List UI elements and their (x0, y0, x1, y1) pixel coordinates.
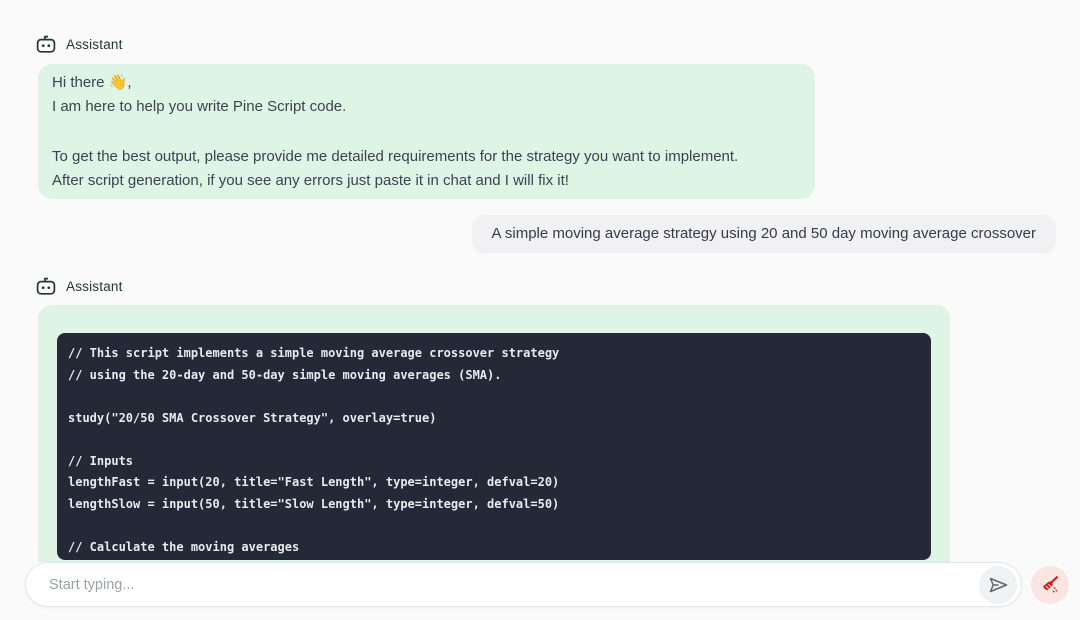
assistant-message-greeting: Hi there 👋, I am here to help you write … (38, 64, 815, 199)
send-button[interactable] (979, 566, 1017, 604)
assistant-label: Assistant (66, 279, 123, 294)
send-icon (987, 574, 1009, 596)
assistant-header: Assistant (35, 33, 123, 55)
robot-icon (35, 275, 57, 297)
assistant-message-code: // This script implements a simple movin… (38, 305, 950, 562)
greeting-paragraph-2: To get the best output, please provide m… (52, 145, 801, 193)
user-message: A simple moving average strategy using 2… (472, 215, 1056, 253)
assistant-header: Assistant (35, 275, 123, 297)
chat-scroll-area[interactable]: Assistant Hi there 👋, I am here to help … (0, 0, 1080, 562)
assistant-label: Assistant (66, 37, 123, 52)
broom-icon (1039, 574, 1061, 596)
clear-chat-button[interactable] (1031, 566, 1069, 604)
robot-icon (35, 33, 57, 55)
greeting-paragraph-1: Hi there 👋, I am here to help you write … (52, 71, 801, 119)
composer-bar (25, 562, 1022, 607)
code-block: // This script implements a simple movin… (57, 333, 931, 560)
chat-input[interactable] (26, 563, 1021, 606)
